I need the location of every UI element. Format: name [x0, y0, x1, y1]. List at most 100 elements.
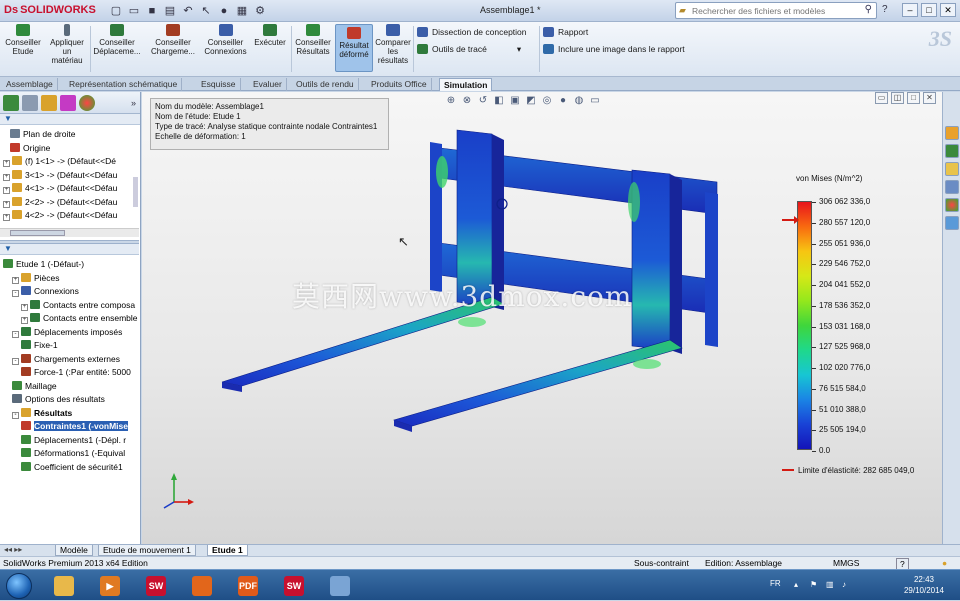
graphics-area[interactable]: Nom du modèle: Assemblage1 Nom de l'étud… [142, 92, 942, 544]
select-icon[interactable]: ↖ [198, 3, 214, 19]
solidworks-logo[interactable]: Ds SOLIDWORKS [4, 4, 96, 16]
volume-icon[interactable]: ♪ [842, 580, 851, 589]
network-icon[interactable]: ▥ [826, 580, 835, 589]
save-icon[interactable]: ■ [144, 3, 160, 19]
custom-properties-icon[interactable] [945, 216, 959, 230]
deformed-result-button[interactable]: Résultat déformé [335, 24, 373, 72]
compare-results-button[interactable]: Comparer les résultats [374, 24, 412, 65]
study-tree-item[interactable]: Coefficient de sécurité1 [21, 461, 123, 473]
chevron-down-icon[interactable]: ▾ [517, 44, 521, 54]
feature-tree-item[interactable]: +3<1> -> (Défaut<<Défau [3, 169, 117, 181]
feature-tree-icon[interactable] [3, 94, 19, 111]
file-explorer-icon[interactable] [945, 162, 959, 176]
expand-icon[interactable]: + [3, 200, 10, 208]
fork-model[interactable] [142, 92, 942, 544]
axis-triad-icon[interactable] [156, 470, 196, 510]
study-tree-item[interactable]: Force-1 (:Par entité: 5000 [21, 366, 131, 378]
feature-tree-item[interactable]: +4<1> -> (Défaut<<Défau [3, 182, 117, 194]
study-tree-item[interactable]: + Contacts entre ensemble [21, 312, 138, 324]
tab-assemblage[interactable]: Assemblage [2, 78, 58, 91]
horizontal-scrollbar[interactable] [0, 228, 139, 237]
study-tree-item[interactable]: Options des résultats [12, 393, 105, 405]
results-advisor-button[interactable]: Conseiller Résultats [293, 24, 333, 56]
close-icon[interactable]: ✕ [940, 3, 956, 17]
expand-icon[interactable]: - [12, 411, 19, 419]
language-indicator[interactable]: FR [770, 579, 781, 588]
clock[interactable]: 22:43 29/10/2014 [904, 574, 944, 596]
study-tree-item[interactable]: + Pièces [12, 272, 60, 284]
units-selector[interactable]: MMGS [833, 557, 859, 569]
tab-esquisse[interactable]: Esquisse [197, 78, 241, 91]
search-input[interactable] [692, 3, 862, 18]
expand-icon[interactable]: - [12, 290, 19, 297]
minimize-icon[interactable]: – [902, 3, 918, 17]
feature-tree-item[interactable]: Origine [10, 142, 50, 154]
options-icon[interactable]: ⚙ [252, 3, 268, 19]
expand-icon[interactable]: + [21, 303, 28, 311]
study-tree-item[interactable]: Maillage [12, 380, 57, 392]
connections-advisor-button[interactable]: Conseiller Connexions [203, 24, 248, 56]
study-tree-item[interactable]: + Contacts entre composa [21, 299, 135, 311]
tab-representation[interactable]: Représentation schématique [65, 78, 183, 91]
study-tree-item[interactable]: - Déplacements imposés [12, 326, 122, 338]
study-tree-item[interactable]: - Connexions [12, 285, 79, 297]
fixtures-advisor-button[interactable]: Conseiller Déplaceme... [92, 24, 142, 56]
expand-icon[interactable]: + [3, 173, 10, 181]
filter-icon[interactable]: ▼ [0, 114, 140, 125]
maximize-icon[interactable]: □ [921, 3, 937, 17]
vertical-scrollbar[interactable] [133, 177, 138, 207]
tab-simulation[interactable]: Simulation [439, 78, 493, 91]
expand-icon[interactable]: + [3, 187, 10, 194]
study-tree-item[interactable]: Contraintes1 (-vonMise [21, 420, 128, 432]
conseiller-etude-button[interactable]: Conseiller Etude [3, 24, 43, 56]
print-icon[interactable]: ▤ [162, 3, 178, 19]
expand-icon[interactable]: + [3, 160, 10, 167]
feature-tree-item[interactable]: +2<2> -> (Défaut<<Défau [3, 196, 117, 208]
apply-material-button[interactable]: Appliquer un matériau [46, 24, 88, 65]
taskbar-app[interactable]: PDF [228, 573, 268, 599]
tab-outils-rendu[interactable]: Outils de rendu [292, 78, 359, 91]
feature-tree-item[interactable]: +4<2> -> (Défaut<<Défau [3, 209, 117, 221]
run-button[interactable]: Exécuter [251, 24, 289, 47]
include-image-button[interactable]: Inclure une image dans le rapport [543, 44, 685, 54]
tray-arrow-icon[interactable]: ▴ [794, 580, 803, 589]
appearances-icon[interactable] [945, 198, 959, 212]
undo-icon[interactable]: ↶ [180, 3, 196, 19]
scrollbar-thumb[interactable] [10, 230, 65, 236]
resources-icon[interactable] [945, 126, 959, 140]
study-tree-item[interactable]: - Résultats [12, 407, 72, 419]
loads-advisor-button[interactable]: Conseiller Chargeme... [146, 24, 200, 56]
study-tree-item[interactable]: - Chargements externes [12, 353, 120, 365]
tab-etude-1[interactable]: Etude 1 [207, 545, 248, 556]
start-button[interactable] [6, 573, 32, 599]
rebuild-icon[interactable]: ● [216, 3, 232, 19]
new-icon[interactable]: ▢ [108, 3, 124, 19]
feature-tree-item[interactable]: + (f) 1<1> -> (Défaut<<Dé [3, 155, 116, 167]
taskbar-app[interactable] [44, 573, 84, 599]
taskbar-app[interactable] [182, 573, 222, 599]
design-library-icon[interactable] [945, 144, 959, 158]
chevron-right-icon[interactable]: » [131, 98, 136, 108]
tab-etude-mouvement[interactable]: Etude de mouvement 1 [98, 545, 196, 556]
file-properties-icon[interactable]: ▦ [234, 3, 250, 19]
configuration-icon[interactable] [41, 94, 57, 111]
study-tree-item[interactable]: Déplacements1 (-Dépl. r [21, 434, 126, 446]
display-manager-icon[interactable] [79, 94, 95, 111]
flag-icon[interactable]: ⚑ [810, 580, 819, 589]
taskbar-app[interactable] [320, 573, 360, 599]
property-manager-icon[interactable] [22, 94, 38, 111]
study-tree-item[interactable]: Fixe-1 [21, 339, 58, 351]
dimxpert-icon[interactable] [60, 94, 76, 111]
expand-icon[interactable]: + [3, 214, 10, 221]
taskbar-app[interactable]: SW [136, 573, 176, 599]
view-palette-icon[interactable] [945, 180, 959, 194]
tab-modele[interactable]: Modèle [55, 545, 93, 556]
help-icon[interactable]: ? [882, 4, 888, 15]
taskbar-app[interactable]: SW [274, 573, 314, 599]
search-box[interactable]: ▰ ⚲ [675, 2, 877, 19]
tab-evaluer[interactable]: Evaluer [249, 78, 287, 91]
plot-tools-button[interactable]: Outils de tracé ▾ [417, 44, 521, 55]
expand-icon[interactable]: - [12, 330, 19, 338]
design-insight-button[interactable]: Dissection de conception [417, 27, 527, 37]
tab-scroll-icon[interactable]: ◂◂ ▸▸ [4, 545, 22, 554]
